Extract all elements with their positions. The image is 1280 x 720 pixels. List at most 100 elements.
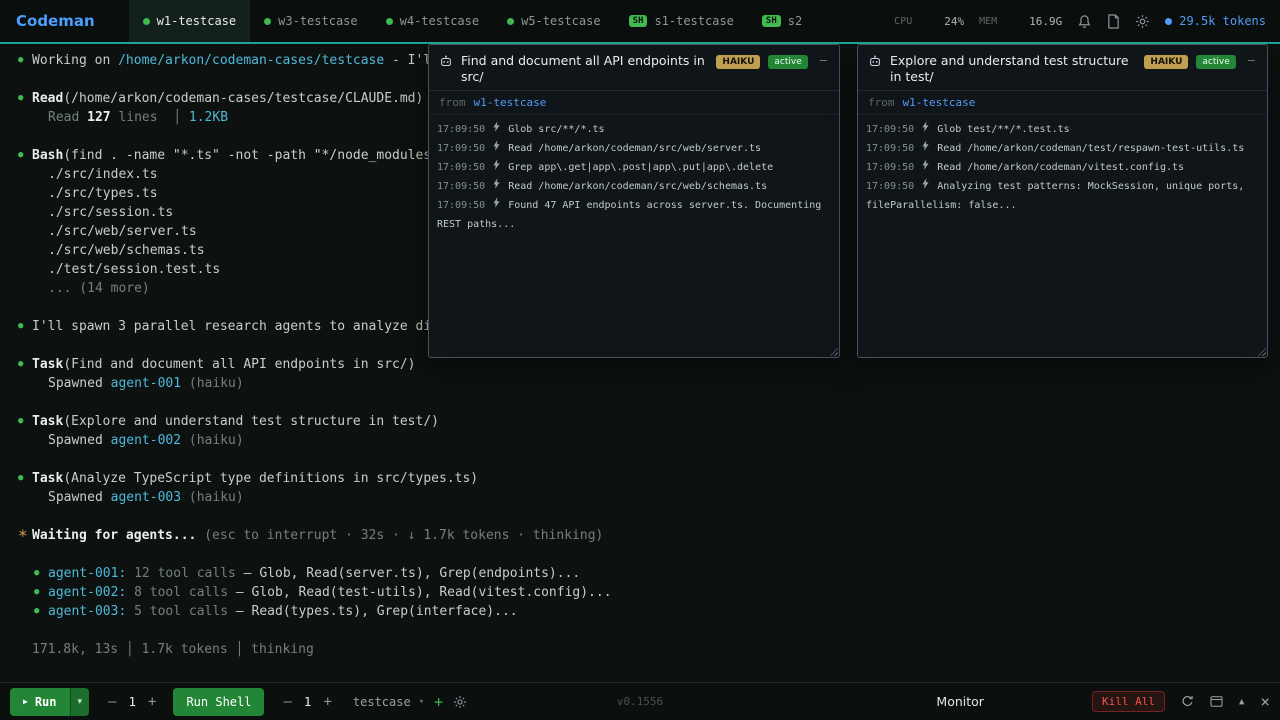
- run-shell-button[interactable]: Run Shell: [173, 688, 264, 716]
- terminal-line: Spawned agent-002 (haiku): [16, 431, 1272, 450]
- shell-count-decrement-button[interactable]: —: [276, 694, 298, 710]
- close-icon[interactable]: ×: [1260, 694, 1270, 710]
- terminal-text-segment: Spawned: [48, 433, 111, 448]
- tool-bolt-icon: [493, 178, 500, 189]
- terminal-text-segment: │: [173, 110, 189, 125]
- message-bullet-icon: ●: [18, 51, 32, 70]
- tool-bolt-icon: [922, 159, 929, 170]
- terminal-text-segment: (Find and document all API endpoints in …: [63, 357, 415, 372]
- terminal-blank-line: [16, 545, 1272, 564]
- terminal-text-segment: lines: [111, 110, 174, 125]
- collapse-up-icon[interactable]: ▲: [1239, 697, 1244, 707]
- workspace-status-dot-icon: [143, 18, 150, 25]
- terminal-text-segment: agent-002:: [48, 585, 126, 600]
- terminal-text-segment: (haiku): [181, 433, 244, 448]
- tab-w5-testcase[interactable]: w5-testcase: [493, 0, 614, 42]
- run-options-chevron-icon[interactable]: ▾: [70, 688, 90, 716]
- workspace-dropdown[interactable]: testcase ▾: [353, 695, 424, 709]
- terminal-blank-line: [16, 507, 1272, 526]
- tool-bolt-icon: [922, 121, 929, 132]
- agent-panel-header[interactable]: Explore and understand test structure in…: [858, 45, 1267, 91]
- terminal-line: Spawned agent-003 (haiku): [16, 488, 1272, 507]
- topbar-right: CPU 24% MEM 16.9G: [894, 0, 1280, 42]
- terminal-text-segment: Spawned: [48, 376, 111, 391]
- terminal-text-segment: agent-001: [111, 376, 181, 391]
- resize-handle[interactable]: [1255, 345, 1266, 356]
- terminal-line: ●Task(Analyze TypeScript type definition…: [16, 469, 1272, 488]
- app-window: Codeman w1-testcasew3-testcasew4-testcas…: [0, 0, 1280, 720]
- tool-bolt-icon: [493, 159, 500, 170]
- terminal-text-segment: 1.7k tokens: [142, 642, 236, 657]
- log-timestamp: 17:09:50: [437, 124, 491, 135]
- notifications-bell-icon[interactable]: [1077, 14, 1092, 29]
- terminal-blank-line: [16, 450, 1272, 469]
- expand-panel-icon[interactable]: [1210, 696, 1223, 707]
- workspace-status-dot-icon: [507, 18, 514, 25]
- message-bullet-icon: ●: [18, 469, 32, 488]
- agent-panel-header[interactable]: Find and document all API endpoints in s…: [429, 45, 839, 91]
- mem-stat: MEM 16.9G: [979, 15, 1062, 28]
- tab-w3-testcase[interactable]: w3-testcase: [250, 0, 371, 42]
- robot-icon: [868, 54, 882, 73]
- agent-log-line: 17:09:50 Analyzing test patterns: MockSe…: [866, 177, 1259, 215]
- run-button[interactable]: ▶ Run: [10, 688, 70, 716]
- log-text: Read /home/arkon/codeman/src/web/server.…: [502, 143, 761, 154]
- terminal-text-segment: /home/arkon/codeman-cases/testcase: [118, 53, 384, 68]
- agent-panel-api-endpoints: Find and document all API endpoints in s…: [428, 44, 840, 358]
- terminal-text-segment: Read: [48, 110, 87, 125]
- terminal-blank-line: [16, 393, 1272, 412]
- agent-panel-title: Explore and understand test structure in…: [890, 53, 1136, 84]
- minimize-button[interactable]: —: [820, 53, 827, 67]
- tool-bolt-icon: [493, 121, 500, 132]
- terminal-text-segment: (esc to interrupt · 32s · ↓ 1.7k tokens …: [204, 528, 603, 543]
- resize-handle[interactable]: [827, 345, 838, 356]
- message-bullet-icon: ●: [18, 146, 32, 165]
- tab-s1-testcase[interactable]: SHs1-testcase: [615, 0, 748, 42]
- terminal-text-segment: Task: [32, 357, 63, 372]
- source-workspace-link[interactable]: w1-testcase: [903, 96, 976, 109]
- terminal-text-segment: I'll spawn 3 parallel research agents to…: [32, 319, 431, 334]
- terminal-text-segment: 171.8k, 13s: [32, 642, 126, 657]
- terminal-text-segment: (/home/arkon/codeman-cases/testcase/CLAU…: [63, 91, 423, 106]
- terminal-text-segment: Waiting for agents...: [32, 528, 204, 543]
- add-workspace-button[interactable]: +: [434, 693, 443, 711]
- settings-gear-icon[interactable]: [1135, 14, 1150, 29]
- mem-label: MEM: [979, 16, 997, 27]
- tab-s2[interactable]: SHs2: [748, 0, 816, 42]
- terminal-text-segment: — Read(types.ts), Grep(interface)...: [228, 604, 518, 619]
- refresh-icon[interactable]: [1181, 695, 1194, 708]
- terminal-line: Spawned agent-001 (haiku): [16, 374, 1272, 393]
- log-text: Glob src/**/*.ts: [502, 124, 604, 135]
- terminal-text-segment: Task: [32, 414, 63, 429]
- run-count-decrement-button[interactable]: —: [101, 694, 123, 710]
- message-bullet-icon: ●: [18, 89, 32, 108]
- kill-all-button[interactable]: Kill All: [1092, 691, 1165, 712]
- tab-bar: w1-testcasew3-testcasew4-testcase w5-test…: [129, 0, 817, 42]
- terminal-text-segment: Bash: [32, 148, 63, 163]
- tab-w1-testcase[interactable]: w1-testcase: [129, 0, 250, 42]
- token-count-label: 29.5k tokens: [1179, 14, 1266, 28]
- message-bullet-icon: ●: [18, 412, 32, 431]
- terminal-text-segment: 1.2KB: [189, 110, 228, 125]
- bottom-settings-gear-icon[interactable]: [453, 695, 467, 709]
- document-icon[interactable]: [1107, 14, 1120, 29]
- terminal-text-segment: ./src/index.ts: [48, 167, 158, 182]
- model-badge: HAIKU: [716, 55, 760, 69]
- agent-log-line: 17:09:50 Read /home/arkon/codeman/vitest…: [866, 158, 1259, 177]
- terminal-text-segment: ./test/session.test.ts: [48, 262, 220, 277]
- terminal-text-segment: ./src/web/server.ts: [48, 224, 197, 239]
- panel-source-row: from w1-testcase: [858, 91, 1267, 115]
- minimize-button[interactable]: —: [1248, 53, 1255, 67]
- log-text: Read /home/arkon/codeman/test/respawn-te…: [931, 143, 1244, 154]
- source-workspace-link[interactable]: w1-testcase: [474, 96, 547, 109]
- tab-w4-testcase[interactable]: w4-testcase: [372, 0, 493, 42]
- shell-count-increment-button[interactable]: +: [316, 694, 338, 710]
- shell-badge: SH: [762, 15, 781, 27]
- run-count-increment-button[interactable]: +: [141, 694, 163, 710]
- terminal-line: ●agent-003: 5 tool calls — Read(types.ts…: [16, 602, 1272, 621]
- log-timestamp: 17:09:50: [866, 181, 920, 192]
- terminal-text-segment: (Analyze TypeScript type definitions in …: [63, 471, 478, 486]
- tab-label: w5-testcase: [521, 14, 600, 28]
- model-badge: HAIKU: [1144, 55, 1188, 69]
- cpu-value: 24%: [944, 15, 964, 28]
